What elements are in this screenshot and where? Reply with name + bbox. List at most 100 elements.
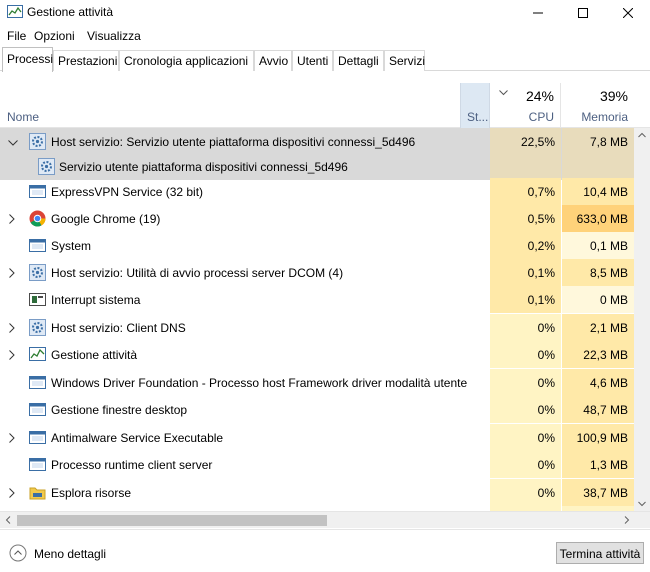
tab-performance[interactable]: Prestazioni bbox=[53, 50, 119, 71]
process-name: Host servizio: Utilità di avvio processi… bbox=[51, 266, 344, 280]
process-name: Host servizio: Client DNS bbox=[51, 321, 186, 335]
process-name: Google Chrome (19) bbox=[51, 212, 161, 226]
process-memory: 8,5 MB bbox=[562, 259, 634, 286]
process-row[interactable]: Host servizio: Client DNS 0% 2,1 MB bbox=[0, 314, 634, 341]
process-name: ExpressVPN Service (32 bit) bbox=[51, 185, 204, 199]
process-row[interactable]: Host servizio: Utilità di avvio processi… bbox=[0, 259, 634, 286]
fewer-details-link[interactable]: Meno dettagli bbox=[34, 547, 106, 561]
process-row[interactable]: Host servizio: Servizio utente piattafor… bbox=[0, 128, 634, 155]
tab-app-history[interactable]: Cronologia applicazioni bbox=[119, 50, 254, 71]
process-cpu: 0% bbox=[490, 424, 561, 451]
app-window-icon bbox=[29, 237, 46, 254]
end-task-button[interactable]: Termina attività bbox=[556, 542, 644, 564]
column-status[interactable]: St... bbox=[460, 83, 490, 128]
process-memory: 100,9 MB bbox=[562, 424, 634, 451]
process-name: Interrupt sistema bbox=[51, 293, 141, 307]
process-memory: 10,4 MB bbox=[562, 178, 634, 205]
process-cpu: 0% bbox=[490, 479, 561, 506]
chevron-left-icon[interactable] bbox=[1, 512, 15, 528]
process-name: Servizio utente piattaforma dispositivi … bbox=[59, 160, 348, 174]
column-status-label: St... bbox=[467, 110, 489, 124]
process-name: System bbox=[51, 239, 92, 253]
chevron-down-icon[interactable] bbox=[8, 136, 18, 146]
menu-options[interactable]: Opzioni bbox=[34, 29, 75, 43]
footer: Meno dettagli Termina attività bbox=[0, 529, 650, 572]
chevron-right-icon[interactable] bbox=[8, 349, 16, 360]
process-cpu: 0,5% bbox=[490, 205, 561, 232]
horizontal-scrollbar[interactable] bbox=[0, 511, 650, 528]
folder-icon bbox=[29, 484, 46, 501]
process-memory: 633,0 MB bbox=[562, 205, 634, 232]
process-row[interactable]: Gestione attività 0% 22,3 MB bbox=[0, 341, 634, 368]
chevron-right-icon[interactable] bbox=[8, 267, 16, 278]
process-row[interactable]: Servizio utente piattaforma dispositivi … bbox=[0, 153, 634, 180]
process-cpu: 0% bbox=[490, 396, 561, 423]
chevron-right-icon[interactable] bbox=[620, 512, 634, 528]
chevron-up-icon[interactable] bbox=[634, 128, 650, 142]
process-memory: 48,7 MB bbox=[562, 396, 634, 423]
process-row[interactable]: Google Chrome (19) 0,5% 633,0 MB bbox=[0, 205, 634, 232]
gear-icon bbox=[29, 264, 46, 281]
chevron-circle-up-icon[interactable] bbox=[9, 544, 27, 562]
process-cpu: 0% bbox=[490, 314, 561, 341]
column-memory[interactable]: 39% Memoria bbox=[562, 83, 634, 128]
chrome-icon bbox=[29, 210, 46, 227]
process-memory: 4,6 MB bbox=[562, 369, 634, 396]
process-list: Host servizio: Servizio utente piattafor… bbox=[0, 128, 634, 511]
tab-users[interactable]: Utenti bbox=[292, 50, 333, 71]
process-name: Gestione finestre desktop bbox=[51, 403, 188, 417]
column-cpu[interactable]: 24% CPU bbox=[491, 83, 561, 128]
vertical-scrollbar[interactable] bbox=[634, 128, 650, 511]
process-row[interactable]: Windows Driver Foundation - Processo hos… bbox=[0, 369, 634, 396]
process-name: Gestione attività bbox=[51, 348, 138, 362]
process-row[interactable]: Esplora risorse 0% 38,7 MB bbox=[0, 479, 634, 506]
memory-total: 39% bbox=[599, 88, 628, 104]
minimize-button[interactable] bbox=[515, 0, 561, 26]
close-icon bbox=[623, 8, 633, 18]
process-cpu-empty bbox=[490, 153, 561, 180]
task-manager-icon bbox=[29, 346, 46, 363]
tab-processes[interactable]: Processi bbox=[2, 47, 53, 72]
chevron-down-icon[interactable] bbox=[634, 497, 650, 511]
chevron-right-icon[interactable] bbox=[8, 487, 16, 498]
process-row[interactable]: Gestione finestre desktop 0% 48,7 MB bbox=[0, 396, 634, 423]
tab-details[interactable]: Dettagli bbox=[333, 50, 384, 71]
process-row[interactable]: System 0,2% 0,1 MB bbox=[0, 232, 634, 259]
chevron-right-icon[interactable] bbox=[8, 432, 16, 443]
close-button[interactable] bbox=[605, 0, 650, 26]
cpu-total: 24% bbox=[525, 88, 554, 104]
maximize-button[interactable] bbox=[560, 0, 606, 26]
process-cpu: 0% bbox=[490, 451, 561, 478]
cpu-chip-icon bbox=[29, 291, 46, 308]
process-cpu: 0,1% bbox=[490, 286, 561, 313]
process-memory: 38,7 MB bbox=[562, 479, 634, 506]
cpu-label: CPU bbox=[528, 110, 554, 124]
process-cpu: 0,7% bbox=[490, 178, 561, 205]
process-cpu: 0,1% bbox=[490, 259, 561, 286]
app-window-icon bbox=[29, 429, 46, 446]
horizontal-scroll-thumb[interactable] bbox=[17, 515, 327, 526]
process-row[interactable]: Antimalware Service Executable 0% 100,9 … bbox=[0, 424, 634, 451]
chevron-right-icon[interactable] bbox=[8, 322, 16, 333]
column-name[interactable]: Nome bbox=[7, 110, 39, 124]
process-name: Host servizio: Servizio utente piattafor… bbox=[51, 135, 416, 149]
process-memory: 7,8 MB bbox=[562, 128, 634, 155]
title-bar: Gestione attività bbox=[0, 0, 650, 26]
menu-file[interactable]: File bbox=[7, 29, 26, 43]
chevron-down-icon bbox=[499, 85, 508, 99]
tab-services[interactable]: Servizi bbox=[384, 50, 425, 71]
window-title: Gestione attività bbox=[27, 5, 114, 19]
process-row[interactable]: ExpressVPN Service (32 bit) 0,7% 10,4 MB bbox=[0, 178, 634, 205]
process-memory: 0 MB bbox=[562, 286, 634, 313]
tab-startup[interactable]: Avvio bbox=[254, 50, 292, 71]
process-row[interactable]: Processo runtime client server 0% 1,3 MB bbox=[0, 451, 634, 478]
process-cpu: 0% bbox=[490, 341, 561, 368]
app-window-icon bbox=[29, 456, 46, 473]
service-gear-icon bbox=[38, 158, 55, 175]
process-row[interactable]: Interrupt sistema 0,1% 0 MB bbox=[0, 286, 634, 313]
memory-label: Memoria bbox=[581, 110, 628, 124]
tab-strip: Processi Prestazioni Cronologia applicaz… bbox=[0, 47, 650, 72]
process-memory: 0,1 MB bbox=[562, 232, 634, 259]
chevron-right-icon[interactable] bbox=[8, 213, 16, 224]
menu-view[interactable]: Visualizza bbox=[87, 29, 141, 43]
